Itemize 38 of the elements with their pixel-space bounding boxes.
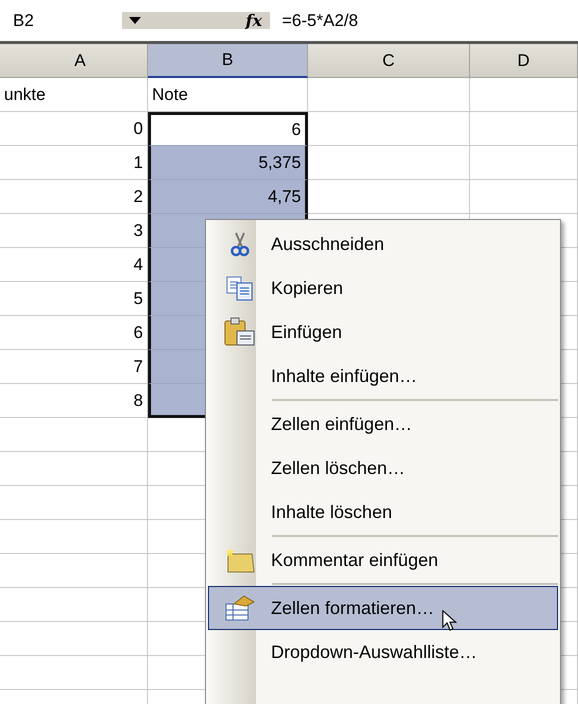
function-button[interactable]: fx (246, 8, 262, 32)
table-cell: 0 (0, 112, 148, 146)
table-cell: 5,375 (148, 146, 308, 180)
scissors-icon (230, 231, 250, 257)
table-cell: 7 (0, 350, 148, 384)
table-cell: 4,75 (148, 180, 308, 214)
pointer-icon (442, 610, 458, 633)
menu-item[interactable]: Zellen löschen… (208, 446, 558, 490)
table-cell: 6 (0, 316, 148, 350)
column-header[interactable]: A (0, 44, 148, 78)
table-cell: 8 (0, 384, 148, 418)
menu-item[interactable]: Zellen formatieren… (208, 586, 558, 630)
table-cell: 3 (0, 214, 148, 248)
menu-item[interactable]: Dropdown-Auswahlliste… (208, 630, 558, 674)
table-cell: Note (148, 78, 308, 112)
caret-icon (129, 17, 141, 24)
table-cell: 4 (0, 248, 148, 282)
menu-item[interactable]: Kommentar einfügen (208, 538, 558, 582)
table-cell: 1 (0, 146, 148, 180)
table-cell: 5 (0, 282, 148, 316)
copy-icon (226, 275, 254, 301)
menu-item[interactable]: Einfügen (208, 310, 558, 354)
table-cell: 6 (148, 112, 308, 146)
format-cells-icon (224, 594, 256, 622)
note-icon (224, 546, 256, 574)
menu-item[interactable]: Ausschneiden (208, 222, 558, 266)
menu-item[interactable]: Inhalte löschen (208, 490, 558, 534)
clipboard-icon (224, 317, 256, 347)
menu-item[interactable]: Inhalte einfügen… (208, 354, 558, 398)
menu-item[interactable]: Zellen einfügen… (208, 402, 558, 446)
menu-item[interactable]: Kopieren (208, 266, 558, 310)
name-box-dropdown[interactable] (122, 12, 148, 29)
column-header[interactable]: D (470, 44, 578, 78)
formula-field[interactable]: =6-5*A2/8 (270, 0, 578, 41)
table-cell: 2 (0, 180, 148, 214)
table-cell: unkte (0, 78, 148, 112)
column-header[interactable]: B (148, 44, 308, 78)
column-header[interactable]: C (308, 44, 470, 78)
